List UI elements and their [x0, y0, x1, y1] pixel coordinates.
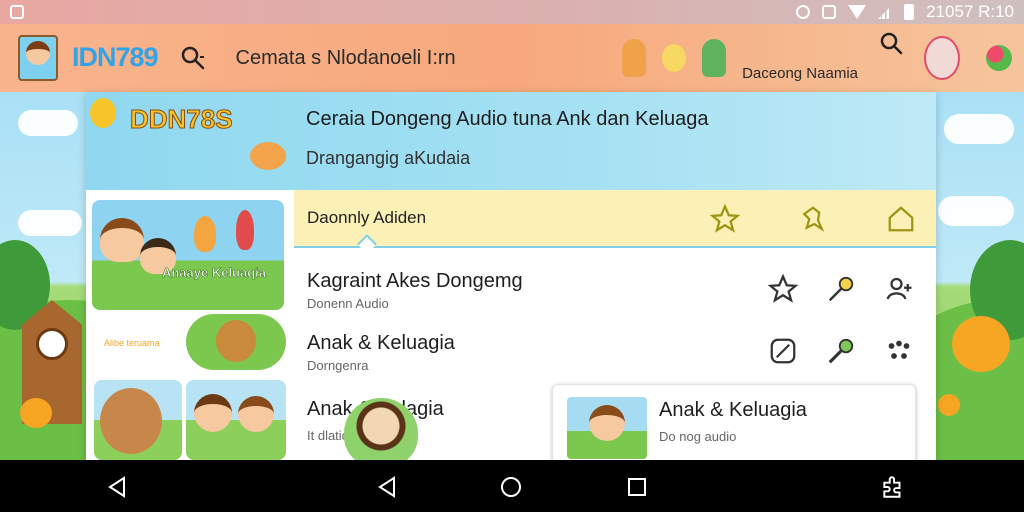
- tab-active[interactable]: Daonnly Adiden: [307, 208, 426, 228]
- flower: [938, 394, 960, 416]
- list-item-actions: [768, 274, 914, 304]
- story-card-subtitle: It dlatio: [307, 428, 349, 443]
- dropper-icon[interactable]: [826, 274, 856, 304]
- balloon-icon: [90, 98, 116, 128]
- tab-indicator: [357, 234, 377, 254]
- star-icon[interactable]: [710, 204, 740, 234]
- navigation-bar: [0, 460, 1024, 512]
- avatar-face: [26, 41, 50, 65]
- flower: [20, 398, 52, 428]
- list-item-actions: [768, 336, 914, 366]
- story-card-subtitle: Do nog audio: [659, 429, 737, 444]
- cloud: [18, 210, 82, 236]
- search-button[interactable]: [176, 41, 210, 75]
- thumbnail-label: Anaaye Keluaqia: [161, 265, 267, 280]
- app-logo[interactable]: IDN789: [72, 41, 159, 73]
- kid-character: [238, 396, 274, 432]
- user-label[interactable]: Daceong Naamia: [742, 65, 858, 82]
- story-thumbnail[interactable]: [186, 314, 286, 370]
- star-icon[interactable]: [768, 274, 798, 304]
- edit-icon[interactable]: [768, 336, 798, 366]
- badge-icon[interactable]: [798, 204, 828, 234]
- girl-character: [236, 210, 254, 250]
- thumbnail-caption: Alibe teruama: [104, 338, 160, 348]
- cloud: [18, 110, 78, 136]
- main-panel: DDN78S Ceraia Dongeng Audio tuna Ank dan…: [86, 92, 936, 460]
- mouse-character[interactable]: [924, 36, 960, 80]
- list-item-subtitle: Donenn Audio: [307, 296, 389, 311]
- recents-icon[interactable]: [626, 476, 648, 498]
- home-icon[interactable]: [886, 204, 916, 234]
- search-icon: [880, 32, 903, 55]
- dog-character: [194, 216, 216, 252]
- search-icon: [181, 46, 204, 70]
- status-time: 21057 R:10: [926, 2, 1014, 21]
- app-bar-right: Daceong Naamia: [622, 32, 1012, 82]
- bear-character: [216, 320, 256, 362]
- story-card-art: [567, 397, 647, 459]
- status-bar: 21057 R:10: [0, 0, 1024, 24]
- battery-icon: [904, 4, 915, 20]
- list-item[interactable]: Anak & Keluagia Dorngenra: [294, 320, 936, 382]
- status-icons: 21057 R:10: [796, 2, 1014, 22]
- hero-logo: DDN78S: [130, 104, 234, 135]
- list-item-title: Kagraint Akes Dongemg: [307, 270, 523, 292]
- wifi-icon: [848, 5, 867, 19]
- signal-icon: [878, 5, 893, 19]
- hero-subtitle: Drangangig aKudaia: [306, 148, 471, 168]
- more-icon[interactable]: [884, 336, 914, 366]
- avatar[interactable]: [18, 35, 58, 81]
- character-boy: [702, 39, 727, 77]
- tab-bar: Daonnly Adiden: [294, 190, 936, 254]
- character-bulb: [662, 44, 687, 72]
- hero-banner: DDN78S Ceraia Dongeng Audio tuna Ank dan…: [86, 92, 936, 190]
- notification-icon: [10, 5, 24, 19]
- back-icon[interactable]: [106, 476, 128, 498]
- cloud: [944, 114, 1014, 144]
- story-thumbnail[interactable]: [186, 380, 286, 460]
- boy-character: [589, 405, 625, 441]
- bluetooth-icon: [822, 5, 837, 19]
- story-thumbnail[interactable]: [94, 380, 182, 460]
- clock-icon: [36, 328, 68, 360]
- cloud: [938, 196, 1014, 226]
- search-title[interactable]: Cemata s Nlodanoeli I:rn: [236, 47, 456, 70]
- sync-icon: [796, 5, 811, 19]
- sun-character: [952, 316, 1010, 372]
- hero-art: DDN78S: [86, 92, 292, 190]
- story-card[interactable]: Anak & Kelagia It dlatio: [294, 384, 542, 460]
- story-card-title: Anak & Keluagia: [659, 399, 807, 421]
- app-bar: IDN789 Cemata s Nlodanoeli I:rn Daceong …: [0, 24, 1024, 92]
- hero-title: Ceraia Dongeng Audio tuna Ank dan Keluag…: [306, 108, 709, 130]
- search-button-right[interactable]: [874, 26, 908, 60]
- list-item[interactable]: Kagraint Akes Dongemg Donenn Audio: [294, 258, 936, 320]
- story-thumbnail[interactable]: Anaaye Keluaqia: [92, 200, 284, 310]
- kid-character: [100, 218, 144, 262]
- extension-icon[interactable]: [880, 474, 906, 500]
- egg-character: [344, 398, 418, 460]
- person-add-icon[interactable]: [884, 274, 914, 304]
- kid-character: [194, 394, 232, 432]
- list-item-title: Anak & Keluagia: [307, 332, 455, 354]
- tab-icons: [710, 204, 916, 234]
- cat-character: [250, 142, 286, 170]
- dropper-icon[interactable]: [826, 336, 856, 366]
- list-item-subtitle: Dorngenra: [307, 358, 369, 373]
- balloons-icon[interactable]: [986, 45, 1012, 71]
- back-icon[interactable]: [376, 476, 398, 498]
- app-logo-text: IDN789: [72, 41, 159, 72]
- home-circle-icon[interactable]: [500, 476, 522, 498]
- story-card[interactable]: Anak & Keluagia Do nog audio: [552, 384, 916, 460]
- character-fox: [622, 39, 647, 77]
- lion-character: [100, 388, 162, 454]
